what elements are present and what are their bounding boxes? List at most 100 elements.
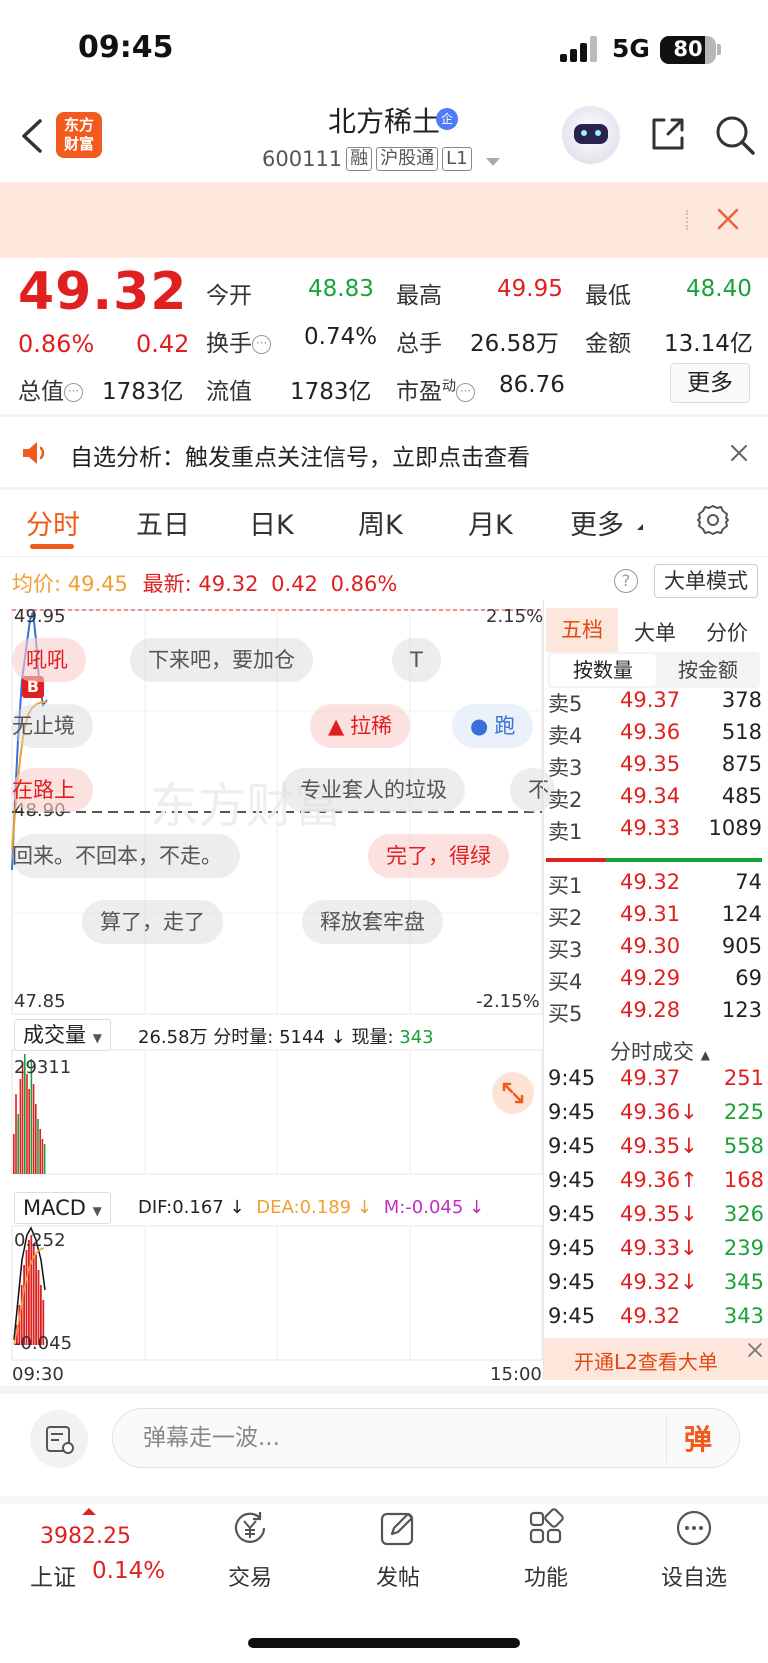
expand-icon[interactable] [492, 1072, 534, 1114]
volume-bar [35, 1104, 37, 1174]
index-change-percent[interactable]: 0.14% [92, 1558, 165, 1584]
danmu-bubble[interactable]: 在路上 [12, 768, 93, 812]
danmu-bubble[interactable]: 无止境 [12, 704, 93, 748]
latest-change: 0.42 [271, 572, 318, 596]
volume-indicator-select[interactable]: 成交量 ▼ [14, 1019, 111, 1051]
high-value: 49.95 [497, 276, 563, 302]
close-icon[interactable] [746, 1341, 764, 1359]
macd-dea: DEA:0.189 [256, 1197, 352, 1218]
ask-row[interactable]: 卖1 49.33 1089 [548, 816, 762, 848]
danmu-bubble[interactable]: 完了，得绿 [368, 834, 509, 878]
danmu-bubble-text: 跑 [494, 714, 516, 738]
tab-five-day[interactable]: 五日 [136, 503, 190, 542]
more-button[interactable]: 更多 [670, 363, 750, 403]
danmu-bubble[interactable]: 专业套人的垃圾 [282, 768, 465, 812]
share-icon[interactable] [648, 114, 688, 154]
edit-icon [380, 1512, 414, 1546]
trade-time: 9:45 [548, 1168, 596, 1192]
pe-value: 86.76 [499, 372, 565, 398]
trade-volume: 343 [723, 1304, 764, 1328]
volume-bar [39, 1129, 41, 1174]
info-tip-icon[interactable]: ··· [456, 383, 475, 402]
stock-code: 600111 [262, 147, 343, 171]
tab-five-levels[interactable]: 五档 [546, 608, 618, 652]
l2-upgrade-text[interactable]: 开通L2查看大单 [574, 1346, 718, 1375]
trade-volume: 168 [723, 1168, 764, 1192]
ask-row[interactable]: 卖2 49.34 485 [548, 784, 762, 816]
trades-title[interactable]: 分时成交 ▲ [610, 1036, 710, 1066]
bid-row[interactable]: 买4 49.29 69 [548, 966, 762, 998]
close-icon[interactable] [729, 443, 749, 463]
nav-post[interactable]: 发帖 [348, 1508, 448, 1592]
tab-price-distribution[interactable]: 分价 [706, 617, 748, 647]
home-indicator[interactable] [248, 1638, 520, 1648]
trade-row: 9:45 49.32 343 [548, 1304, 764, 1336]
danmu-bubble[interactable]: 算了，走了 [82, 900, 223, 944]
bid-row[interactable]: 买3 49.30 905 [548, 934, 762, 966]
search-icon[interactable] [714, 114, 756, 156]
danmu-bubble[interactable]: 吼吼 [12, 638, 86, 682]
tab-monthly-k[interactable]: 月K [468, 503, 513, 542]
nav-trade[interactable]: 交易 [200, 1508, 300, 1592]
price-info-line: 均价: 49.45 最新: 49.32 0.42 0.86% [12, 568, 397, 598]
macd-indicator-select[interactable]: MACD ▼ [14, 1192, 111, 1224]
tab-big-orders[interactable]: 大单 [634, 617, 676, 647]
tab-intraday[interactable]: 分时 [26, 503, 80, 542]
bid-row[interactable]: 买2 49.31 124 [548, 902, 762, 934]
danmu-bubble[interactable]: ▲ 拉稀 [310, 704, 411, 748]
chart-top-right-label: 2.15% [486, 606, 544, 627]
tab-daily-k[interactable]: 日K [249, 503, 294, 542]
index-value[interactable]: 3982.25 [40, 1524, 131, 1549]
ai-assistant-icon[interactable] [562, 106, 620, 164]
tab-more[interactable]: 更多 [570, 503, 624, 542]
danmu-bubble[interactable]: 下来吧，要加仓 [130, 638, 313, 682]
promo-banner[interactable] [0, 182, 768, 258]
low-label: 最低 [585, 283, 631, 309]
tag-margin: 融 [346, 147, 373, 171]
ask-quantity: 1089 [708, 816, 762, 840]
danmu-toggle-button[interactable]: 弹 [684, 1418, 712, 1458]
index-name[interactable]: 上证 [30, 1558, 76, 1592]
stock-name-text: 北方稀土 [327, 105, 440, 138]
volume-info: 26.58万 分时量: 5144 ↓ 现量: 343 [138, 1023, 434, 1049]
info-tip-icon[interactable]: ··· [252, 335, 271, 354]
segment-by-quantity[interactable]: 按数量 [550, 654, 656, 686]
chevron-down-icon[interactable] [486, 158, 500, 166]
battery-tip [717, 44, 721, 55]
stock-code-row[interactable]: 600111 融 沪股通 L1 [262, 147, 472, 171]
bid-quantity: 69 [735, 966, 762, 990]
ask-row[interactable]: 卖5 49.37 378 [548, 688, 762, 720]
nav-add-watchlist[interactable]: 设自选 [644, 1508, 744, 1592]
ask-row[interactable]: 卖3 49.35 875 [548, 752, 762, 784]
ask-level-label: 卖2 [548, 788, 583, 812]
alert-text[interactable]: 自选分析：触发重点关注信号，立即点击查看 [70, 438, 530, 472]
danmu-input[interactable]: 弹幕走一波... [112, 1408, 740, 1468]
gear-icon[interactable] [696, 503, 730, 537]
segment-by-amount[interactable]: 按金额 [656, 654, 760, 686]
nav-functions[interactable]: 功能 [496, 1508, 596, 1592]
bid-row[interactable]: 买1 49.32 74 [548, 870, 762, 902]
macd-bar [30, 1235, 33, 1345]
trade-time: 9:45 [548, 1304, 596, 1328]
volume-bar [43, 1144, 46, 1174]
danmu-settings-icon[interactable] [30, 1410, 88, 1468]
big-order-mode-button[interactable]: 大单模式 [654, 564, 758, 598]
danmu-bubble[interactable]: 释放套牢盘 [302, 900, 443, 944]
trade-volume: 345 [723, 1270, 764, 1294]
ask-row[interactable]: 卖4 49.36 518 [548, 720, 762, 752]
bid-quantity: 123 [721, 998, 762, 1022]
turnover-label: 换手 ··· [206, 324, 271, 358]
tab-weekly-k[interactable]: 周K [358, 503, 403, 542]
bid-row[interactable]: 买5 49.28 123 [548, 998, 762, 1030]
tag-level: L1 [442, 147, 472, 171]
latest-label: 最新: [142, 572, 192, 596]
danmu-bubble[interactable]: T [392, 638, 441, 682]
bid-level-label: 买3 [548, 938, 583, 962]
close-icon[interactable] [714, 205, 742, 233]
info-tip-icon[interactable]: ··· [64, 383, 83, 402]
danmu-bubble[interactable]: ● 跑 [452, 704, 534, 748]
latest-value: 49.32 [198, 572, 259, 596]
help-icon[interactable]: ? [614, 569, 638, 593]
danmu-bubble[interactable]: 回来。不回本，不走。 [12, 834, 240, 878]
volume-label: 总手 [396, 331, 442, 357]
